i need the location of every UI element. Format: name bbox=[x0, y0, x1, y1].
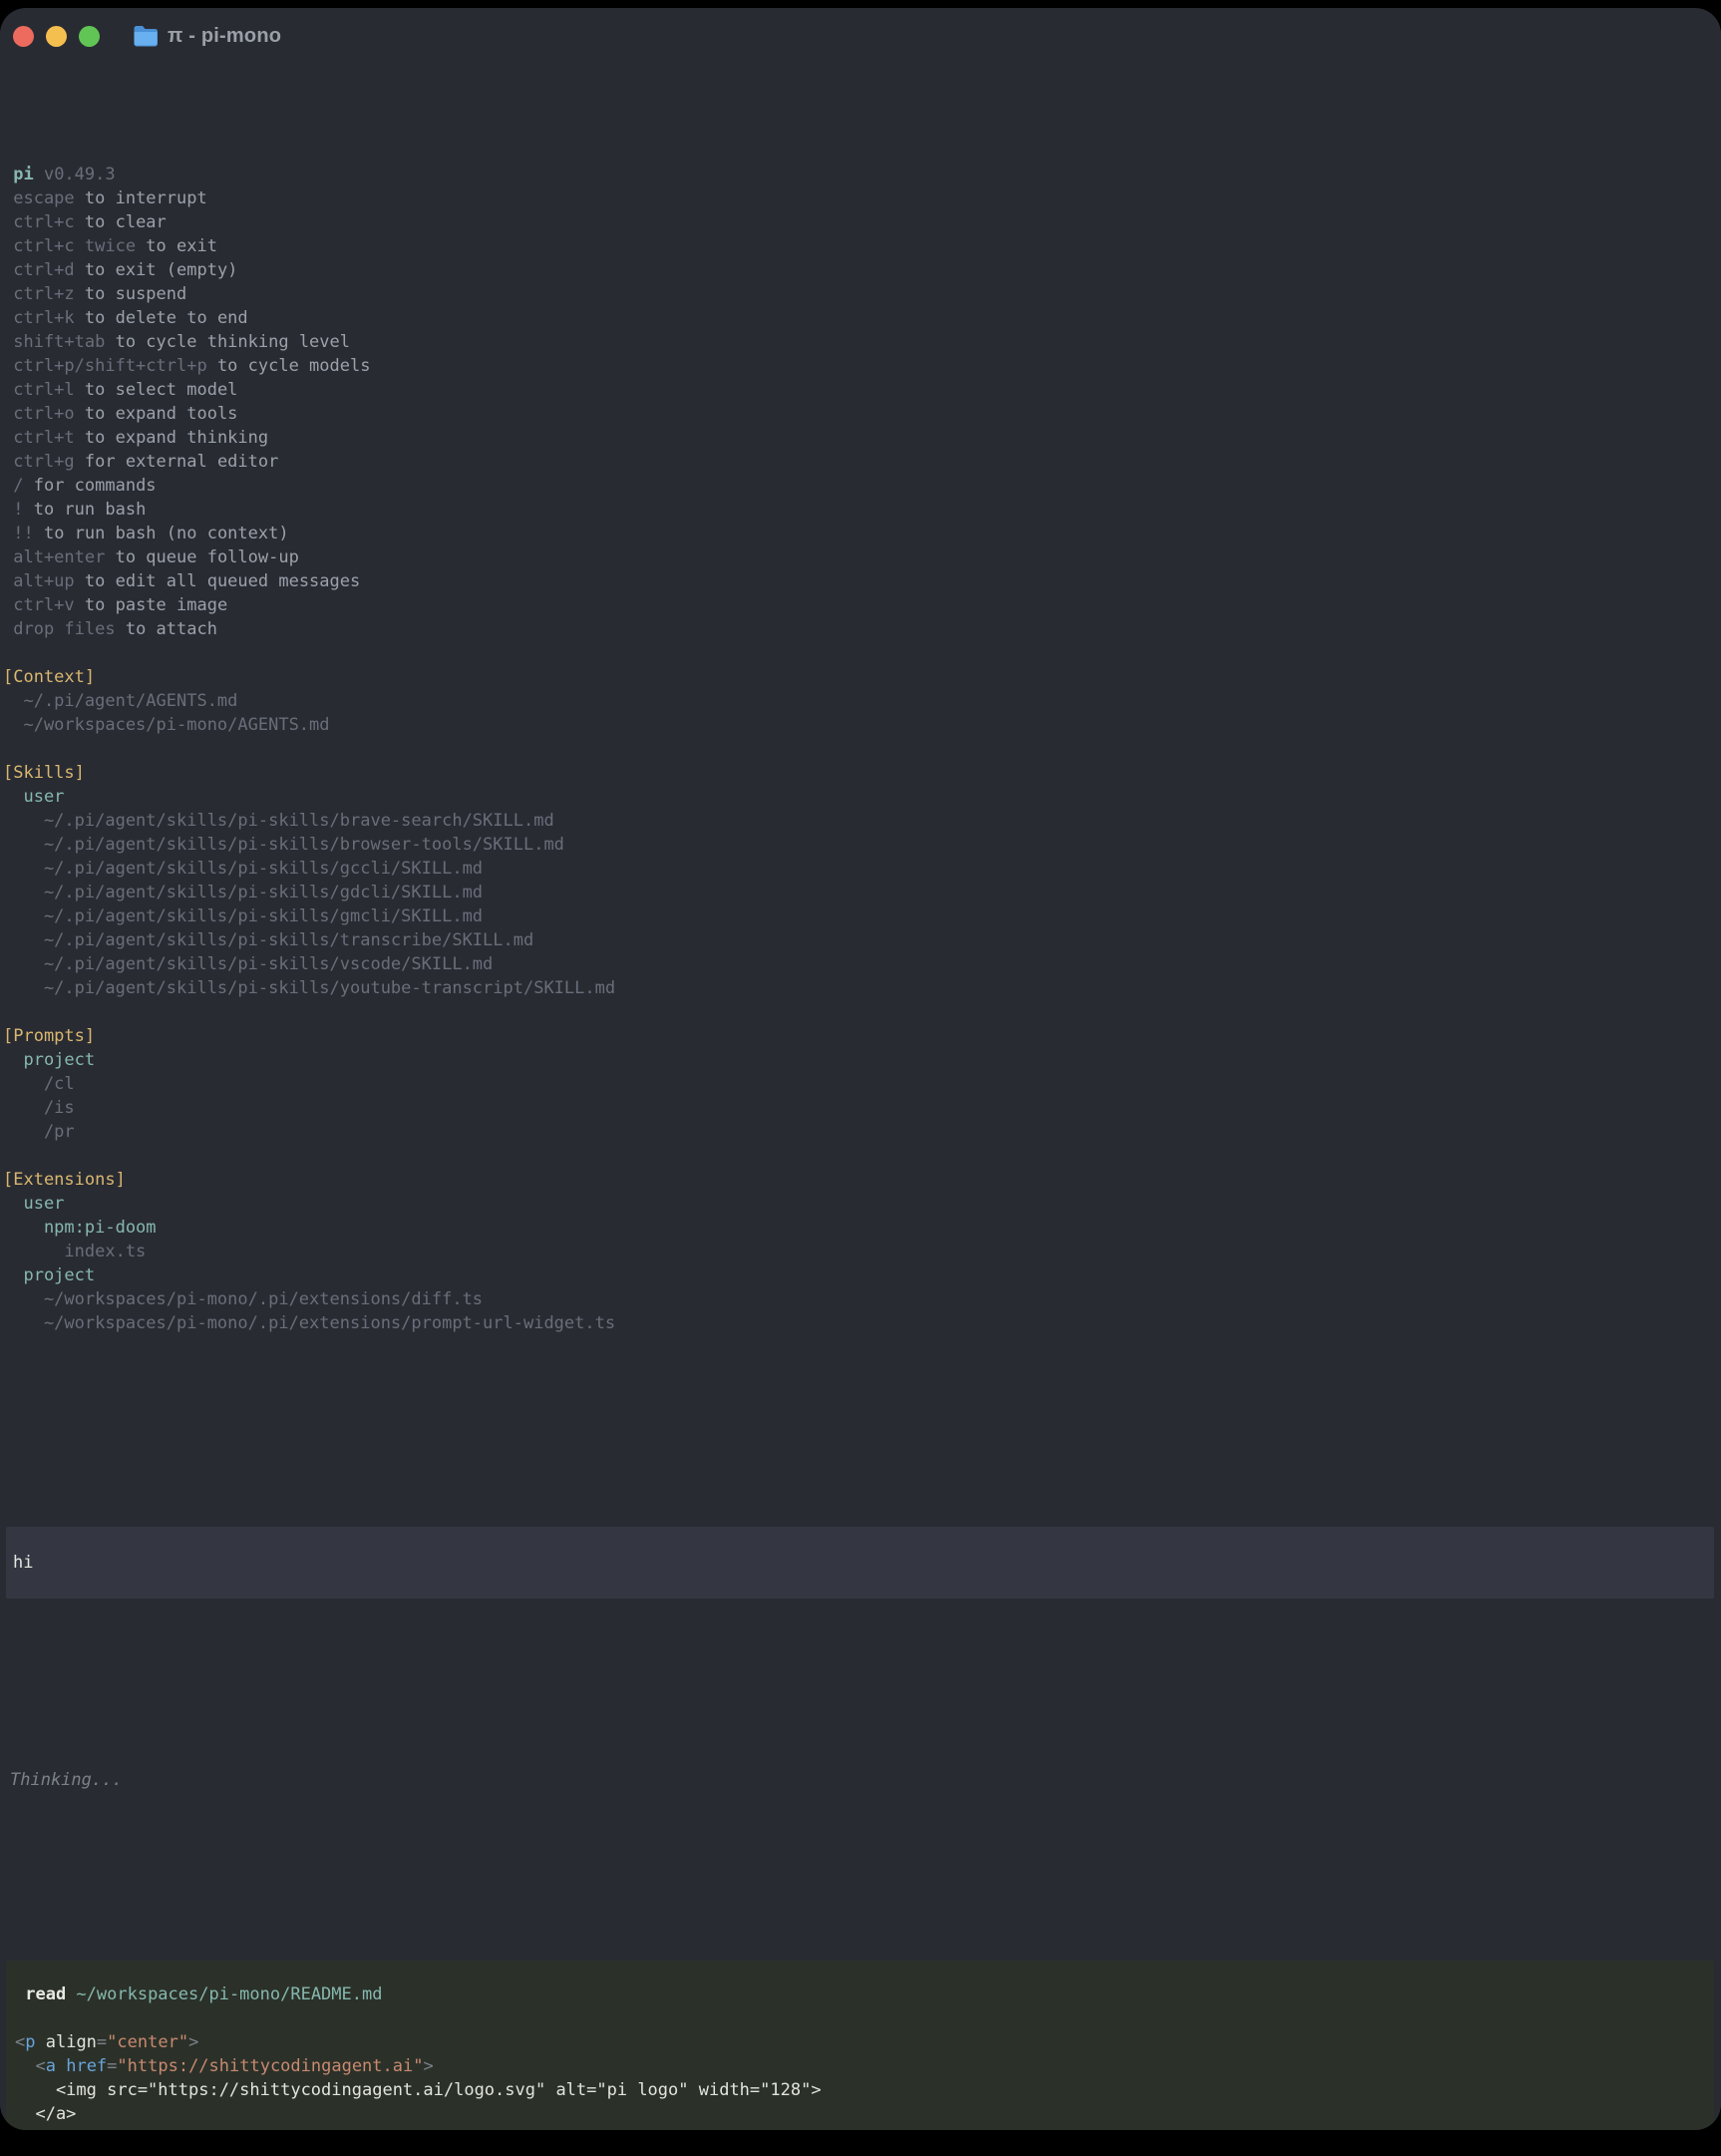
minimize-button[interactable] bbox=[46, 26, 67, 47]
terminal-line: shift+tab to cycle thinking level bbox=[3, 330, 1721, 354]
terminal-line: [Prompts] bbox=[3, 1024, 1721, 1048]
terminal-line: ~/workspaces/pi-mono/AGENTS.md bbox=[3, 713, 1721, 737]
terminal-line: ~/.pi/agent/skills/pi-skills/gmcli/SKILL… bbox=[3, 904, 1721, 928]
terminal-line: ctrl+g for external editor bbox=[3, 450, 1721, 474]
terminal-line: alt+up to edit all queued messages bbox=[3, 569, 1721, 593]
terminal-window: π - pi-mono pi v0.49.3 escape to interru… bbox=[0, 8, 1721, 2130]
terminal-line: ctrl+t to expand thinking bbox=[3, 426, 1721, 450]
terminal-line bbox=[3, 737, 1721, 761]
terminal-line: ctrl+k to delete to end bbox=[3, 306, 1721, 330]
terminal-line: index.ts bbox=[3, 1240, 1721, 1263]
thinking-indicator: Thinking... bbox=[3, 1768, 1721, 1792]
terminal-line: / for commands bbox=[3, 474, 1721, 498]
terminal-line: ctrl+d to exit (empty) bbox=[3, 258, 1721, 282]
terminal-line: ctrl+c twice to exit bbox=[3, 234, 1721, 258]
terminal-content: pi v0.49.3 escape to interrupt ctrl+c to… bbox=[0, 64, 1721, 2130]
terminal-line: <p align="center"> bbox=[15, 2030, 1702, 2054]
terminal-line: npm:pi-doom bbox=[3, 1216, 1721, 1240]
terminal-line: ~/.pi/agent/skills/pi-skills/gdcli/SKILL… bbox=[3, 881, 1721, 904]
terminal-line: alt+enter to queue follow-up bbox=[3, 545, 1721, 569]
spacer bbox=[3, 1670, 1721, 1696]
terminal-line: ~/.pi/agent/skills/pi-skills/browser-too… bbox=[3, 833, 1721, 857]
terminal-line: </a> bbox=[15, 2102, 1702, 2126]
terminal-line: /pr bbox=[3, 1120, 1721, 1144]
terminal-line: ~/.pi/agent/skills/pi-skills/brave-searc… bbox=[3, 809, 1721, 833]
terminal-line: read ~/workspaces/pi-mono/README.md bbox=[15, 1982, 1702, 2006]
window-title: π - pi-mono bbox=[168, 25, 281, 48]
terminal-line: ! to run bash bbox=[3, 498, 1721, 522]
terminal-line: [Skills] bbox=[3, 761, 1721, 785]
terminal-line: ctrl+l to select model bbox=[3, 378, 1721, 402]
spacer bbox=[3, 1864, 1721, 1889]
terminal-line: user bbox=[3, 785, 1721, 809]
terminal-line: ~/.pi/agent/skills/pi-skills/vscode/SKIL… bbox=[3, 952, 1721, 976]
terminal-line: ctrl+p/shift+ctrl+p to cycle models bbox=[3, 354, 1721, 378]
terminal-line: ctrl+v to paste image bbox=[3, 593, 1721, 617]
close-button[interactable] bbox=[13, 26, 34, 47]
terminal-line: ~/.pi/agent/skills/pi-skills/gccli/SKILL… bbox=[3, 857, 1721, 881]
terminal-line: ~/workspaces/pi-mono/.pi/extensions/prom… bbox=[3, 1311, 1721, 1335]
user-message-text: hi bbox=[13, 1553, 33, 1573]
terminal-line: project bbox=[3, 1263, 1721, 1287]
terminal-line: ctrl+o to expand tools bbox=[3, 402, 1721, 426]
terminal-line: ~/.pi/agent/AGENTS.md bbox=[3, 689, 1721, 713]
terminal-line: ~/.pi/agent/skills/pi-skills/transcribe/… bbox=[3, 928, 1721, 952]
terminal-line bbox=[3, 641, 1721, 665]
terminal-line: ctrl+c to clear bbox=[3, 210, 1721, 234]
terminal-line: ~/workspaces/pi-mono/.pi/extensions/diff… bbox=[3, 1287, 1721, 1311]
terminal-line: <img src="https://shittycodingagent.ai/l… bbox=[15, 2078, 1702, 2102]
terminal-line: escape to interrupt bbox=[3, 186, 1721, 210]
terminal-line: [Context] bbox=[3, 665, 1721, 689]
tool-call-read-block: read ~/workspaces/pi-mono/README.md <p al… bbox=[6, 1961, 1714, 2130]
terminal-line: <a href="https://shittycodingagent.ai"> bbox=[15, 2054, 1702, 2078]
startup-info: pi v0.49.3 escape to interrupt ctrl+c to… bbox=[3, 163, 1721, 1335]
terminal-line: drop files to attach bbox=[3, 617, 1721, 641]
user-message: hi bbox=[6, 1527, 1714, 1599]
terminal-line: [Extensions] bbox=[3, 1168, 1721, 1192]
zoom-button[interactable] bbox=[79, 26, 100, 47]
spacer bbox=[3, 1407, 1721, 1455]
folder-icon bbox=[133, 25, 159, 47]
terminal-line bbox=[15, 2006, 1702, 2030]
terminal-line: pi v0.49.3 bbox=[3, 163, 1721, 186]
terminal-line: project bbox=[3, 1048, 1721, 1072]
terminal-line: /cl bbox=[3, 1072, 1721, 1096]
terminal-line bbox=[3, 1000, 1721, 1024]
terminal-line: </p> bbox=[15, 2126, 1702, 2130]
window-titlebar[interactable]: π - pi-mono bbox=[0, 8, 1721, 64]
terminal-line: ~/.pi/agent/skills/pi-skills/youtube-tra… bbox=[3, 976, 1721, 1000]
terminal-line: !! to run bash (no context) bbox=[3, 522, 1721, 545]
terminal-line bbox=[3, 1144, 1721, 1168]
terminal-line: user bbox=[3, 1192, 1721, 1216]
terminal-line: /is bbox=[3, 1096, 1721, 1120]
terminal-line: ctrl+z to suspend bbox=[3, 282, 1721, 306]
